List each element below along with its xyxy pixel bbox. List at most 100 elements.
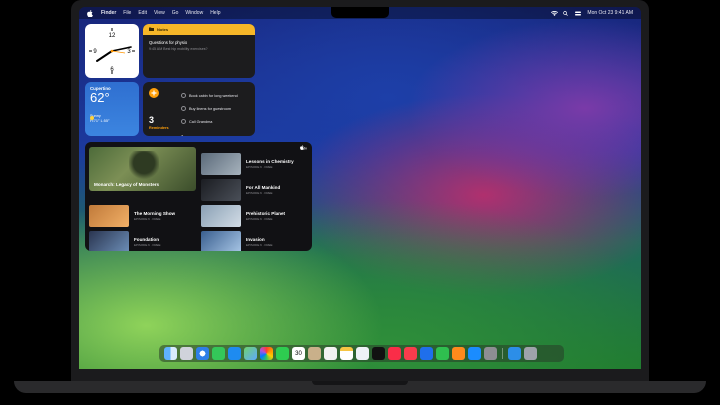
photos-icon[interactable] xyxy=(260,347,273,360)
finder-icon[interactable] xyxy=(164,347,177,360)
featured-artwork xyxy=(129,151,159,181)
notes-header-label: Notes xyxy=(157,27,169,32)
featured-title: Monarch: Legacy of Monsters xyxy=(94,182,160,187)
show-item[interactable]: Foundation EPISODE 6 · FREE xyxy=(89,231,161,251)
hour-hand xyxy=(96,50,113,62)
show-thumbnail xyxy=(201,231,241,251)
clock-12: 12 xyxy=(109,33,116,39)
keynote-icon[interactable] xyxy=(420,347,433,360)
wifi-icon[interactable] xyxy=(551,10,559,16)
dock-separator xyxy=(502,348,503,359)
featured-show[interactable]: Monarch: Legacy of Monsters xyxy=(89,147,196,191)
show-thumbnail xyxy=(89,205,129,227)
add-reminder-icon[interactable] xyxy=(149,88,159,98)
checkbox-icon[interactable] xyxy=(181,119,186,124)
apple-tv-logo: tv xyxy=(299,145,307,151)
show-thumbnail xyxy=(201,153,241,175)
app-store-icon[interactable] xyxy=(468,347,481,360)
trash-icon[interactable] xyxy=(524,347,537,360)
show-subtitle: EPISODE 6 · FREE xyxy=(134,217,161,221)
show-item[interactable]: Lessons in Chemistry EPISODE 6 · FREE xyxy=(201,153,294,175)
clock-6: 6 xyxy=(110,67,114,73)
menubar-clock[interactable]: Mon Oct 23 9:41 AM xyxy=(587,10,633,16)
show-subtitle: EPISODE 6 · FREE xyxy=(134,243,161,247)
reminders-widget[interactable]: 3 Reminders Book cabin for long weekend … xyxy=(143,82,255,136)
messages-icon[interactable] xyxy=(212,347,225,360)
clock-3: 3 xyxy=(127,49,131,55)
show-subtitle: EPISODE 6 · FREE xyxy=(246,243,273,247)
apple-tv-logo-text: tv xyxy=(303,145,307,151)
tv-icon[interactable] xyxy=(372,347,385,360)
news-icon[interactable] xyxy=(404,347,417,360)
launchpad-icon[interactable] xyxy=(180,347,193,360)
maps-icon[interactable] xyxy=(244,347,257,360)
menu-finder[interactable]: Finder xyxy=(101,10,116,16)
notes-header: Notes xyxy=(143,24,255,35)
show-item[interactable]: The Morning Show EPISODE 6 · FREE xyxy=(89,205,175,227)
dock: 30 xyxy=(159,345,564,362)
reminder-item[interactable]: Call Grandma xyxy=(181,119,212,124)
music-icon[interactable] xyxy=(388,347,401,360)
menu-view[interactable]: View xyxy=(154,10,165,16)
reminder-text: Call Grandma xyxy=(189,119,213,124)
second-hand xyxy=(111,50,126,54)
note-title[interactable]: Questions for physio xyxy=(149,40,255,45)
menu-edit[interactable]: Edit xyxy=(138,10,147,16)
show-title: For All Mankind xyxy=(246,185,281,190)
settings-icon[interactable] xyxy=(484,347,497,360)
reminders-icon[interactable] xyxy=(324,347,337,360)
reminder-text: Buy linens for guestroom xyxy=(189,106,231,111)
control-center-icon[interactable] xyxy=(575,11,582,16)
weather-temp: 62° xyxy=(90,90,110,105)
reminders-count: 3 xyxy=(149,115,155,125)
show-title: Foundation xyxy=(134,237,160,242)
clock-widget[interactable]: 12 3 6 9 xyxy=(85,24,139,78)
tv-widget[interactable]: tv Monarch: Legacy of Monsters Lessons i… xyxy=(85,142,312,251)
freeform-icon[interactable] xyxy=(356,347,369,360)
pages-icon[interactable] xyxy=(452,347,465,360)
numbers-icon[interactable] xyxy=(436,347,449,360)
safari-icon[interactable] xyxy=(196,347,209,360)
menu-file[interactable]: File xyxy=(123,10,131,16)
search-icon[interactable] xyxy=(563,10,569,16)
show-item[interactable]: Prehistoric Planet EPISODE 6 · FREE xyxy=(201,205,285,227)
show-subtitle: EPISODE 6 · FREE xyxy=(246,191,273,195)
show-subtitle: EPISODE 6 · FREE xyxy=(246,165,273,169)
show-item[interactable]: Invasion EPISODE 6 · FREE xyxy=(201,231,273,251)
clock-center xyxy=(110,49,114,53)
notes-icon[interactable] xyxy=(340,347,353,360)
facetime-icon[interactable] xyxy=(276,347,289,360)
show-title: The Morning Show xyxy=(134,211,176,216)
desktop: Finder File Edit View Go Window Help Mon… xyxy=(79,7,641,369)
camera-notch xyxy=(331,7,389,18)
show-item[interactable]: For All Mankind EPISODE 6 · FREE xyxy=(201,179,280,201)
show-title: Invasion xyxy=(246,237,265,242)
checkbox-icon[interactable] xyxy=(181,106,186,111)
base-lip xyxy=(312,381,408,385)
show-title: Prehistoric Planet xyxy=(246,211,286,216)
show-thumbnail xyxy=(201,179,241,201)
weather-widget[interactable]: Cupertino 62° Sunny H:71° L:55° xyxy=(85,82,139,136)
reminder-text: Book cabin for long weekend xyxy=(189,93,238,98)
reminder-item[interactable]: Buy linens for guestroom xyxy=(181,106,231,111)
folder-icon xyxy=(149,27,154,32)
menu-window[interactable]: Window xyxy=(185,10,203,16)
calendar-icon[interactable]: 30 xyxy=(292,347,305,360)
show-title: Lessons in Chemistry xyxy=(246,159,294,164)
mail-icon[interactable] xyxy=(228,347,241,360)
notes-widget[interactable]: Notes Questions for physio 9:45 AM Best … xyxy=(143,24,255,78)
downloads-icon[interactable] xyxy=(508,347,521,360)
contacts-icon[interactable] xyxy=(308,347,321,360)
weather-high-low: H:71° L:55° xyxy=(90,119,110,123)
menu-go[interactable]: Go xyxy=(172,10,179,16)
reminder-item[interactable]: Book cabin for long weekend xyxy=(181,93,238,98)
weather-condition: Sunny xyxy=(90,114,101,118)
sun-icon xyxy=(90,116,94,120)
checkbox-icon[interactable] xyxy=(181,93,186,98)
note-subtitle: 9:45 AM Best hip mobility exercises? xyxy=(149,47,208,51)
apple-menu-icon[interactable] xyxy=(87,10,95,18)
show-thumbnail xyxy=(201,205,241,227)
mouse-cursor-icon xyxy=(181,128,186,136)
show-subtitle: EPISODE 6 · FREE xyxy=(246,217,273,221)
menu-help[interactable]: Help xyxy=(210,10,220,16)
